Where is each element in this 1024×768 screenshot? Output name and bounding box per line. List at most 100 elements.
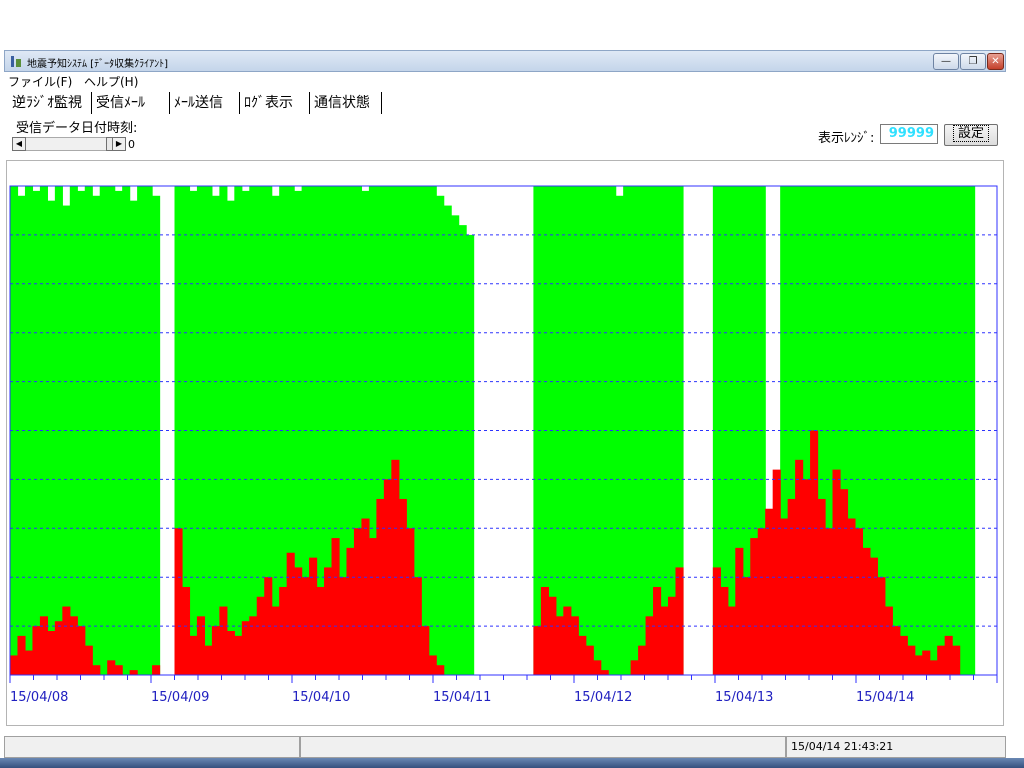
lower-bar	[249, 616, 258, 675]
upper-bar	[92, 195, 101, 675]
menu-bar: ファイル(F) ヘルプ(H)	[4, 72, 1006, 90]
set-button[interactable]: 設定	[944, 124, 998, 146]
lower-bar	[735, 547, 744, 675]
lower-bar	[600, 670, 609, 675]
upper-bar	[32, 190, 41, 675]
tab-received-mail[interactable]: 受信ﾒｰﾙ	[92, 92, 170, 114]
lower-bar	[189, 635, 198, 675]
upper-bar	[443, 205, 452, 675]
lower-bar	[533, 626, 542, 675]
upper-bar	[271, 195, 280, 675]
date-scrollbar[interactable]: ◀ ▶	[12, 137, 126, 151]
lower-bar	[346, 547, 355, 675]
lower-bar	[436, 665, 445, 675]
lower-bar	[129, 670, 138, 675]
lower-bar	[241, 621, 250, 675]
lower-bar	[810, 430, 819, 675]
lower-bar	[847, 518, 856, 675]
display-range-input[interactable]: 99999	[880, 124, 938, 144]
upper-bar	[62, 205, 71, 675]
minimize-button[interactable]: —	[933, 53, 959, 70]
lower-bar	[421, 626, 430, 675]
x-tick-label: 15/04/13	[715, 690, 773, 705]
lower-bar	[630, 660, 639, 675]
lower-bar	[593, 660, 602, 675]
lower-bar	[914, 655, 923, 675]
lower-bar	[922, 650, 931, 675]
upper-bar	[226, 200, 235, 676]
lower-bar	[668, 596, 677, 675]
lower-bar	[825, 528, 834, 675]
lower-bar	[47, 630, 56, 675]
lower-bar	[892, 626, 901, 675]
window-title: 地震予知ｼｽﾃﾑ [ﾃﾞｰﾀ収集ｸﾗｲｱﾝﾄ]	[27, 59, 168, 70]
lower-bar	[555, 616, 564, 675]
lower-bar	[406, 528, 415, 675]
scroll-track[interactable]	[26, 137, 106, 151]
restore-button[interactable]: ❐	[960, 53, 986, 70]
lower-bar	[720, 586, 729, 675]
lower-bar	[832, 469, 841, 675]
lower-bar	[780, 518, 789, 675]
lower-bar	[54, 621, 63, 675]
lower-bar	[839, 489, 849, 675]
tab-comm-status[interactable]: 通信状態	[310, 92, 382, 114]
lower-bar	[286, 552, 295, 675]
lower-bar	[952, 645, 961, 675]
lower-bar	[937, 645, 946, 675]
menu-help[interactable]: ヘルプ(H)	[84, 73, 138, 90]
lower-bar	[39, 616, 48, 675]
lower-bar	[219, 606, 228, 675]
lower-bar	[787, 498, 796, 675]
tab-log-view[interactable]: ﾛｸﾞ表示	[240, 92, 310, 114]
lower-bar	[211, 626, 220, 675]
status-datetime: 15/04/14 21:43:21	[786, 736, 1006, 758]
tab-send-mail[interactable]: ﾒｰﾙ送信	[170, 92, 240, 114]
upper-bar	[129, 200, 138, 676]
lower-bar	[152, 665, 161, 675]
status-pane-1	[4, 736, 300, 758]
upper-bar	[77, 190, 86, 675]
upper-bar	[17, 195, 26, 675]
lower-bar	[391, 459, 400, 675]
lower-bar	[929, 660, 938, 675]
chart-svg: 15/04/08 15/04/09 15/04/10 15/04/11 15/04/12…	[9, 185, 998, 705]
set-button-label: 設定	[952, 125, 989, 142]
scroll-right-icon[interactable]: ▶	[112, 137, 126, 151]
lower-bar	[540, 586, 549, 675]
status-bar: 15/04/14 21:43:21	[4, 736, 1006, 758]
lower-bar	[24, 650, 34, 675]
lower-bar	[660, 606, 669, 675]
close-button[interactable]: ✕	[987, 53, 1004, 70]
lower-bar	[32, 626, 41, 675]
lower-bar	[294, 567, 303, 675]
lower-bar	[84, 645, 93, 675]
received-date-label: 受信データ日付時刻:	[16, 121, 138, 136]
lower-bar	[69, 616, 78, 675]
signal-chart: 15/04/08 15/04/09 15/04/10 15/04/11 15/04/12…	[6, 160, 1004, 726]
lower-bar	[772, 469, 781, 675]
x-tick-label: 15/04/11	[433, 690, 491, 705]
lower-bar	[653, 586, 662, 675]
x-tick-label: 15/04/09	[151, 690, 209, 705]
lower-bar	[17, 635, 26, 675]
upper-bar	[114, 190, 123, 675]
lower-bar	[884, 606, 893, 675]
scroll-left-icon[interactable]: ◀	[12, 137, 26, 151]
lower-bar	[585, 645, 594, 675]
lower-bar	[234, 635, 243, 675]
upper-bar	[436, 195, 445, 675]
upper-bar	[458, 225, 467, 675]
tab-strip: 逆ﾗｼﾞｵ監視 受信ﾒｰﾙ ﾒｰﾙ送信 ﾛｸﾞ表示 通信状態	[4, 92, 1006, 114]
lower-bar	[795, 459, 804, 675]
upper-bar	[241, 190, 250, 675]
lower-bar	[548, 596, 557, 675]
lower-bar	[398, 498, 407, 675]
lower-bar	[854, 528, 864, 675]
upper-bar	[47, 200, 56, 676]
lower-bar	[570, 616, 579, 675]
tab-reverse-radio-monitor[interactable]: 逆ﾗｼﾞｵ監視	[8, 92, 92, 114]
lower-bar	[907, 645, 916, 675]
menu-file[interactable]: ファイル(F)	[8, 73, 72, 90]
lower-bar	[645, 616, 654, 675]
